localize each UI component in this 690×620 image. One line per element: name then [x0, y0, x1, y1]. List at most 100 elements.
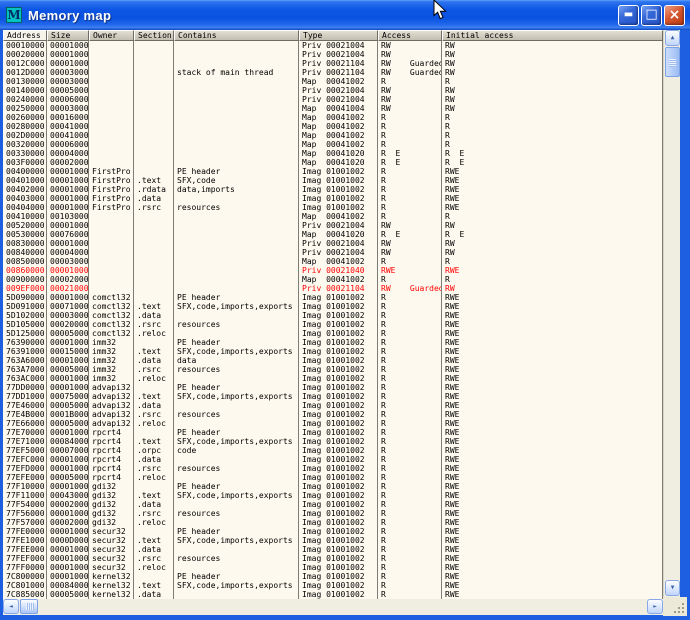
table-row[interactable]: 77EF500000007000rpcrt4.orpccodeImag 0100…: [3, 446, 663, 455]
memory-map-icon[interactable]: M: [6, 7, 22, 23]
table-row[interactable]: 7639000000001000imm32PE headerImag 01001…: [3, 338, 663, 347]
table-row[interactable]: 0040300000001000FirstPro.dataImag 010010…: [3, 194, 663, 203]
cell-type: Imag 01001002: [299, 473, 378, 482]
table-row[interactable]: 0013000000003000Map 00041002RR: [3, 77, 663, 86]
table-row[interactable]: 7639100000015000imm32.textSFX,code,impor…: [3, 347, 663, 356]
table-row[interactable]: 77EFD00000001000rpcrt4.rsrcresourcesImag…: [3, 464, 663, 473]
table-row[interactable]: 0040100000001000FirstPro.textSFX,codeIma…: [3, 176, 663, 185]
scroll-left-button[interactable]: ◄: [3, 599, 19, 614]
cell-contains: [174, 545, 299, 554]
table-row[interactable]: 0053000000076000Map 00041020R ER E: [3, 230, 663, 239]
table-row[interactable]: 77F5400000002000gdi32.dataImag 01001002R…: [3, 500, 663, 509]
cell-type: Map 00041002: [299, 257, 378, 266]
table-row[interactable]: 5D12500000005000comctl32.relocImag 01001…: [3, 329, 663, 338]
vertical-scrollbar-thumb[interactable]: [665, 47, 680, 77]
table-row[interactable]: 0040400000001000FirstPro.rsrcresourcesIm…: [3, 203, 663, 212]
table-row[interactable]: 5D10200000003000comctl32.dataImag 010010…: [3, 311, 663, 320]
table-row[interactable]: 77F5600000001000gdi32.rsrcresourcesImag …: [3, 509, 663, 518]
table-row[interactable]: 77F5700000002000gdi32.relocImag 01001002…: [3, 518, 663, 527]
cell-access: R: [378, 590, 442, 599]
cell-address: 5D125000: [3, 329, 47, 338]
table-row[interactable]: 77F1100000043000gdi32.textSFX,code,impor…: [3, 491, 663, 500]
table-row[interactable]: 003F000000002000Map 00041020R ER E: [3, 158, 663, 167]
table-row[interactable]: 0012C00000001000Priv 00021104RW GuardedR…: [3, 59, 663, 68]
table-row[interactable]: 77FEF00000001000secur32.rsrcresourcesIma…: [3, 554, 663, 563]
horizontal-scrollbar[interactable]: ◄ ►: [3, 599, 663, 615]
table-row[interactable]: 77EFC00000001000rpcrt4.dataImag 01001002…: [3, 455, 663, 464]
table-row[interactable]: 77EFE00000005000rpcrt4.relocImag 0100100…: [3, 473, 663, 482]
table-row[interactable]: 0026000000016000Map 00041002RR: [3, 113, 663, 122]
table-row[interactable]: 0083000000001000Priv 00021004RWRW: [3, 239, 663, 248]
table-row[interactable]: 0024000000006000Priv 00021004RWRW: [3, 95, 663, 104]
table-row[interactable]: 0090000000002000Map 00041002RR: [3, 275, 663, 284]
table-row[interactable]: 77E4B0000001B000advapi32.rsrcresourcesIm…: [3, 410, 663, 419]
table-row[interactable]: 0014000000005000Priv 00021004RWRW: [3, 86, 663, 95]
cell-initial_access: RWE: [442, 329, 663, 338]
table-row[interactable]: 0028000000041000Map 00041002RR: [3, 122, 663, 131]
column-header-section[interactable]: Section: [134, 30, 174, 41]
cell-address: 003F0000: [3, 158, 47, 167]
table-row[interactable]: 5D09000000001000comctl32PE headerImag 01…: [3, 293, 663, 302]
table-row[interactable]: 77E7000000001000rpcrt4PE headerImag 0100…: [3, 428, 663, 437]
table-row[interactable]: 7C88500000005000kernel32.dataImag 010010…: [3, 590, 663, 599]
table-row[interactable]: 77FF000000001000secur32.relocImag 010010…: [3, 563, 663, 572]
cell-type: Imag 01001002: [299, 437, 378, 446]
table-row[interactable]: 0012D00000003000stack of main threadPriv…: [3, 68, 663, 77]
resize-grip[interactable]: [663, 597, 687, 616]
table-row[interactable]: 77E4600000005000advapi32.dataImag 010010…: [3, 401, 663, 410]
cell-contains: [174, 194, 299, 203]
table-row[interactable]: 5D09100000071000comctl32.textSFX,code,im…: [3, 302, 663, 311]
cell-access: R: [378, 392, 442, 401]
cell-type: Imag 01001002: [299, 329, 378, 338]
table-row[interactable]: 7C80000000001000kernel32PE headerImag 01…: [3, 572, 663, 581]
table-row[interactable]: 77DD000000001000advapi32PE headerImag 01…: [3, 383, 663, 392]
column-header-owner[interactable]: Owner: [89, 30, 134, 41]
scroll-up-button[interactable]: ▲: [665, 30, 680, 46]
scroll-down-button[interactable]: ▼: [665, 580, 680, 596]
table-row[interactable]: 0002000000001000Priv 00021004RWRW: [3, 50, 663, 59]
table-row[interactable]: 77E6600000005000advapi32.relocImag 01001…: [3, 419, 663, 428]
table-row[interactable]: 009EF00000021000Priv 00021104RW GuardedR…: [3, 284, 663, 293]
table-row[interactable]: 77FE000000001000secur32PE headerImag 010…: [3, 527, 663, 536]
cell-contains: SFX,code,imports,exports: [174, 437, 299, 446]
table-row[interactable]: 0001000000001000Priv 00021004RWRW: [3, 41, 663, 50]
table-row[interactable]: 0040000000001000FirstProPE headerImag 01…: [3, 167, 663, 176]
table-row[interactable]: 77DD100000075000advapi32.textSFX,code,im…: [3, 392, 663, 401]
table-row[interactable]: 0084000000004000Priv 00021004RWRW: [3, 248, 663, 257]
window-titlebar[interactable]: M Memory map ▬ □ ×: [0, 0, 690, 30]
scroll-right-button[interactable]: ►: [647, 599, 663, 614]
table-row[interactable]: 763A600000001000imm32.datadataImag 01001…: [3, 356, 663, 365]
maximize-button[interactable]: □: [641, 5, 662, 26]
table-row[interactable]: 763A700000005000imm32.rsrcresourcesImag …: [3, 365, 663, 374]
table-row[interactable]: 002D000000041000Map 00041002RR: [3, 131, 663, 140]
column-header-access[interactable]: Access: [378, 30, 442, 41]
column-header-contains[interactable]: Contains: [174, 30, 299, 41]
column-header-initial_access[interactable]: Initial access: [442, 30, 663, 41]
minimize-button[interactable]: ▬: [618, 5, 639, 26]
table-row[interactable]: 77FE10000000D000secur32.textSFX,code,imp…: [3, 536, 663, 545]
table-row[interactable]: 0085000000003000Map 00041002RR: [3, 257, 663, 266]
table-row[interactable]: 77FEE00000001000secur32.dataImag 0100100…: [3, 545, 663, 554]
cell-owner: FirstPro: [89, 194, 134, 203]
table-row[interactable]: 0033000000004000Map 00041020R ER E: [3, 149, 663, 158]
table-row[interactable]: 77E7100000084000rpcrt4.textSFX,code,impo…: [3, 437, 663, 446]
cell-owner: rpcrt4: [89, 437, 134, 446]
table-row[interactable]: 0041000000103000Map 00041002RR: [3, 212, 663, 221]
cell-address: 77DD0000: [3, 383, 47, 392]
column-header-type[interactable]: Type: [299, 30, 378, 41]
table-row[interactable]: 0052000000001000Priv 00021004RWRW: [3, 221, 663, 230]
table-row[interactable]: 7C80100000084000kernel32.textSFX,code,im…: [3, 581, 663, 590]
table-row[interactable]: 0086000000001000Priv 00021040RWERWE: [3, 266, 663, 275]
table-row[interactable]: 77F1000000001000gdi32PE headerImag 01001…: [3, 482, 663, 491]
column-header-address[interactable]: Address: [3, 30, 47, 41]
table-row[interactable]: 0040200000001000FirstPro.rdatadata,impor…: [3, 185, 663, 194]
horizontal-scrollbar-thumb[interactable]: [20, 599, 38, 614]
table-row[interactable]: 5D10500000020000comctl32.rsrcresourcesIm…: [3, 320, 663, 329]
column-header-size[interactable]: Size: [47, 30, 89, 41]
table-row[interactable]: 763AC00000001000imm32.relocImag 01001002…: [3, 374, 663, 383]
close-button[interactable]: ×: [664, 5, 685, 26]
cell-section: .text: [134, 536, 174, 545]
table-row[interactable]: 0025000000003000Map 00041004RWRW: [3, 104, 663, 113]
table-row[interactable]: 0032000000006000Map 00041002RR: [3, 140, 663, 149]
vertical-scrollbar[interactable]: ▲ ▼: [663, 30, 680, 597]
